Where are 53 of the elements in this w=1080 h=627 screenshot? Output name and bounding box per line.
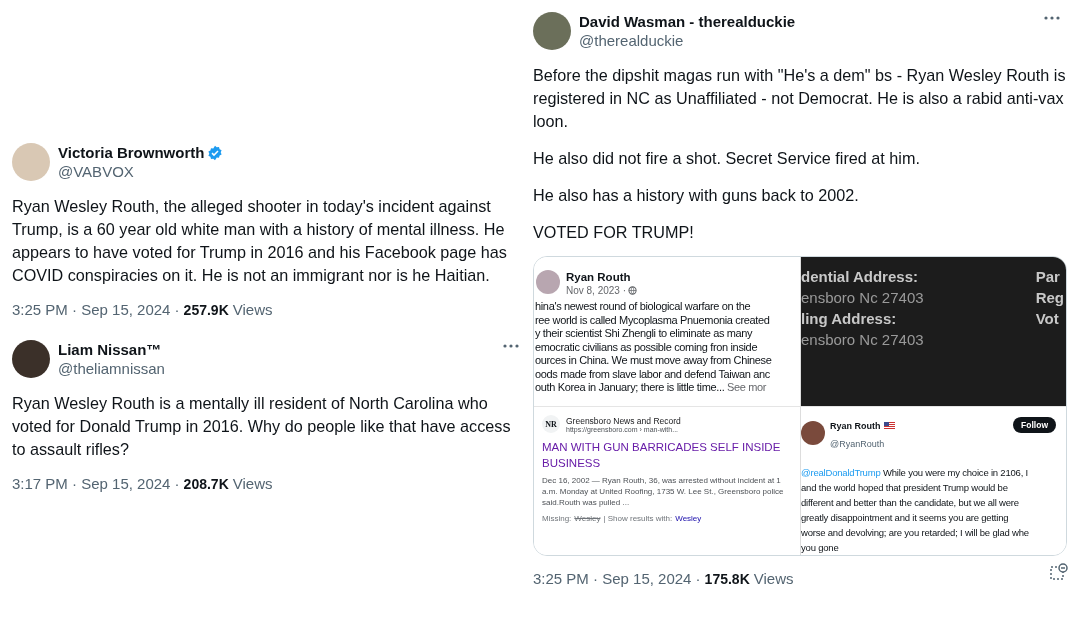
tweet-text: He also did not fire a shot. Secret Service fired at him. xyxy=(533,148,921,169)
more-options-icon[interactable] xyxy=(1044,16,1060,20)
view-count: 208.7K xyxy=(183,476,229,492)
user-handle: @theliamnissan xyxy=(58,360,165,377)
post-date: Nov 8, 2023 · xyxy=(566,285,627,296)
tweet-text: VOTED FOR TRUMP! xyxy=(533,222,695,243)
post-text: hina's newest round of biological warfare on the ree world is called Mycoplasma Pnuemonia created y their scientist Shi Zhengli to eliminate as many emocratic civilians as possible coming fron inside ources in China. We must move away from Chinese oods made from slave labor and defend Taiwan anc outh Korea in January; there is little time... See mor xyxy=(534,300,773,395)
show-results-label: | Show results with: xyxy=(603,514,673,523)
user-handle: @VABVOX xyxy=(58,163,135,180)
views-label: Views xyxy=(232,475,273,492)
user-name: Ryan Routh xyxy=(830,421,881,431)
user-handle: @RyanRouth xyxy=(830,439,885,449)
tweet-text: Before the dipshit magas run with "He's a dem" bs - Ryan Wesley Routh is registered in NC as Unaffiliated - not Democrat. He is also a rabid anti-vax loon. xyxy=(533,65,1067,132)
tweet-image-collage[interactable] xyxy=(533,256,1067,556)
missing-word: Wesley xyxy=(574,514,601,523)
view-count: 175.8K xyxy=(704,571,750,587)
field-label: Reg xyxy=(1035,288,1064,307)
tweet-text: Ryan Wesley Routh is a mentally ill resident of North Carolina who voted for Donald Trump in 2016. Why do people like that have access to assault rifles? xyxy=(12,393,512,460)
site-logo: NR xyxy=(542,415,560,433)
missing-label: Missing: xyxy=(542,514,572,523)
globe-icon xyxy=(628,286,638,295)
user-name: David Wasman - therealduckie xyxy=(579,13,796,30)
address-label: ling Address: xyxy=(801,309,898,328)
address-label: dential Address: xyxy=(801,267,919,286)
user-name: Victoria Brownworth xyxy=(58,144,205,161)
field-label: Vot xyxy=(1035,309,1060,328)
view-count: 257.9K xyxy=(183,302,229,318)
tweet-text: Ryan Wesley Routh, the alleged shooter in today's incident against Trump, is a 60 year old white man with a history of mental illness. He appears to have voted for Trump in 2016 and his Facebook page has COVID conspiracies on it. He is not an immigrant nor is he Haitian. xyxy=(12,196,508,286)
avatar[interactable] xyxy=(12,340,50,378)
timestamp: 3:25 PM · Sep 15, 2024 · xyxy=(533,570,701,587)
verified-badge-icon xyxy=(207,144,224,161)
follow-button[interactable]: Follow xyxy=(1013,417,1056,433)
views-label: Views xyxy=(753,570,794,587)
result-headline[interactable]: MAN WITH GUN BARRICADES SELF INSIDE BUSINESS xyxy=(542,439,792,471)
user-name: Liam Nissan™ xyxy=(58,341,162,358)
views-label: Views xyxy=(232,301,273,318)
address-value: ensboro Nc 27403 xyxy=(801,330,924,349)
avatar xyxy=(536,269,560,294)
tweet-text: He also has a history with guns back to 2002. xyxy=(533,185,860,206)
user-name: Ryan Routh xyxy=(566,271,631,283)
result-snippet: Dec 16, 2002 — Ryan Routh, 36, was arrested without incident at 1 a.m. Monday at United Roofing, 1735 W. Lee St., Greensboro police said.Routh was pulled ... xyxy=(542,475,785,508)
timestamp: 3:25 PM · Sep 15, 2024 · xyxy=(12,301,180,318)
flag-icon xyxy=(883,422,895,429)
site-name: Greensboro News and Record xyxy=(566,415,681,426)
timestamp: 3:17 PM · Sep 15, 2024 · xyxy=(12,475,180,492)
more-options-icon[interactable] xyxy=(503,344,519,348)
tweet-text: @realDonaldTrump While you were my choice in 2106, I and the world hoped that president Trump would be different and better than the candidate, but we all were greatly disappointment and it seems you are getting worse and devolving; are you retarded; I will be glad whe you gone xyxy=(801,466,1030,555)
avatar xyxy=(801,421,825,445)
search-link[interactable]: Wesley xyxy=(675,514,702,523)
field-label: Par xyxy=(1035,267,1061,286)
user-handle: @therealduckie xyxy=(579,32,685,49)
address-value: ensboro Nc 27403 xyxy=(801,288,924,307)
dashed-image-icon[interactable] xyxy=(1050,562,1068,581)
